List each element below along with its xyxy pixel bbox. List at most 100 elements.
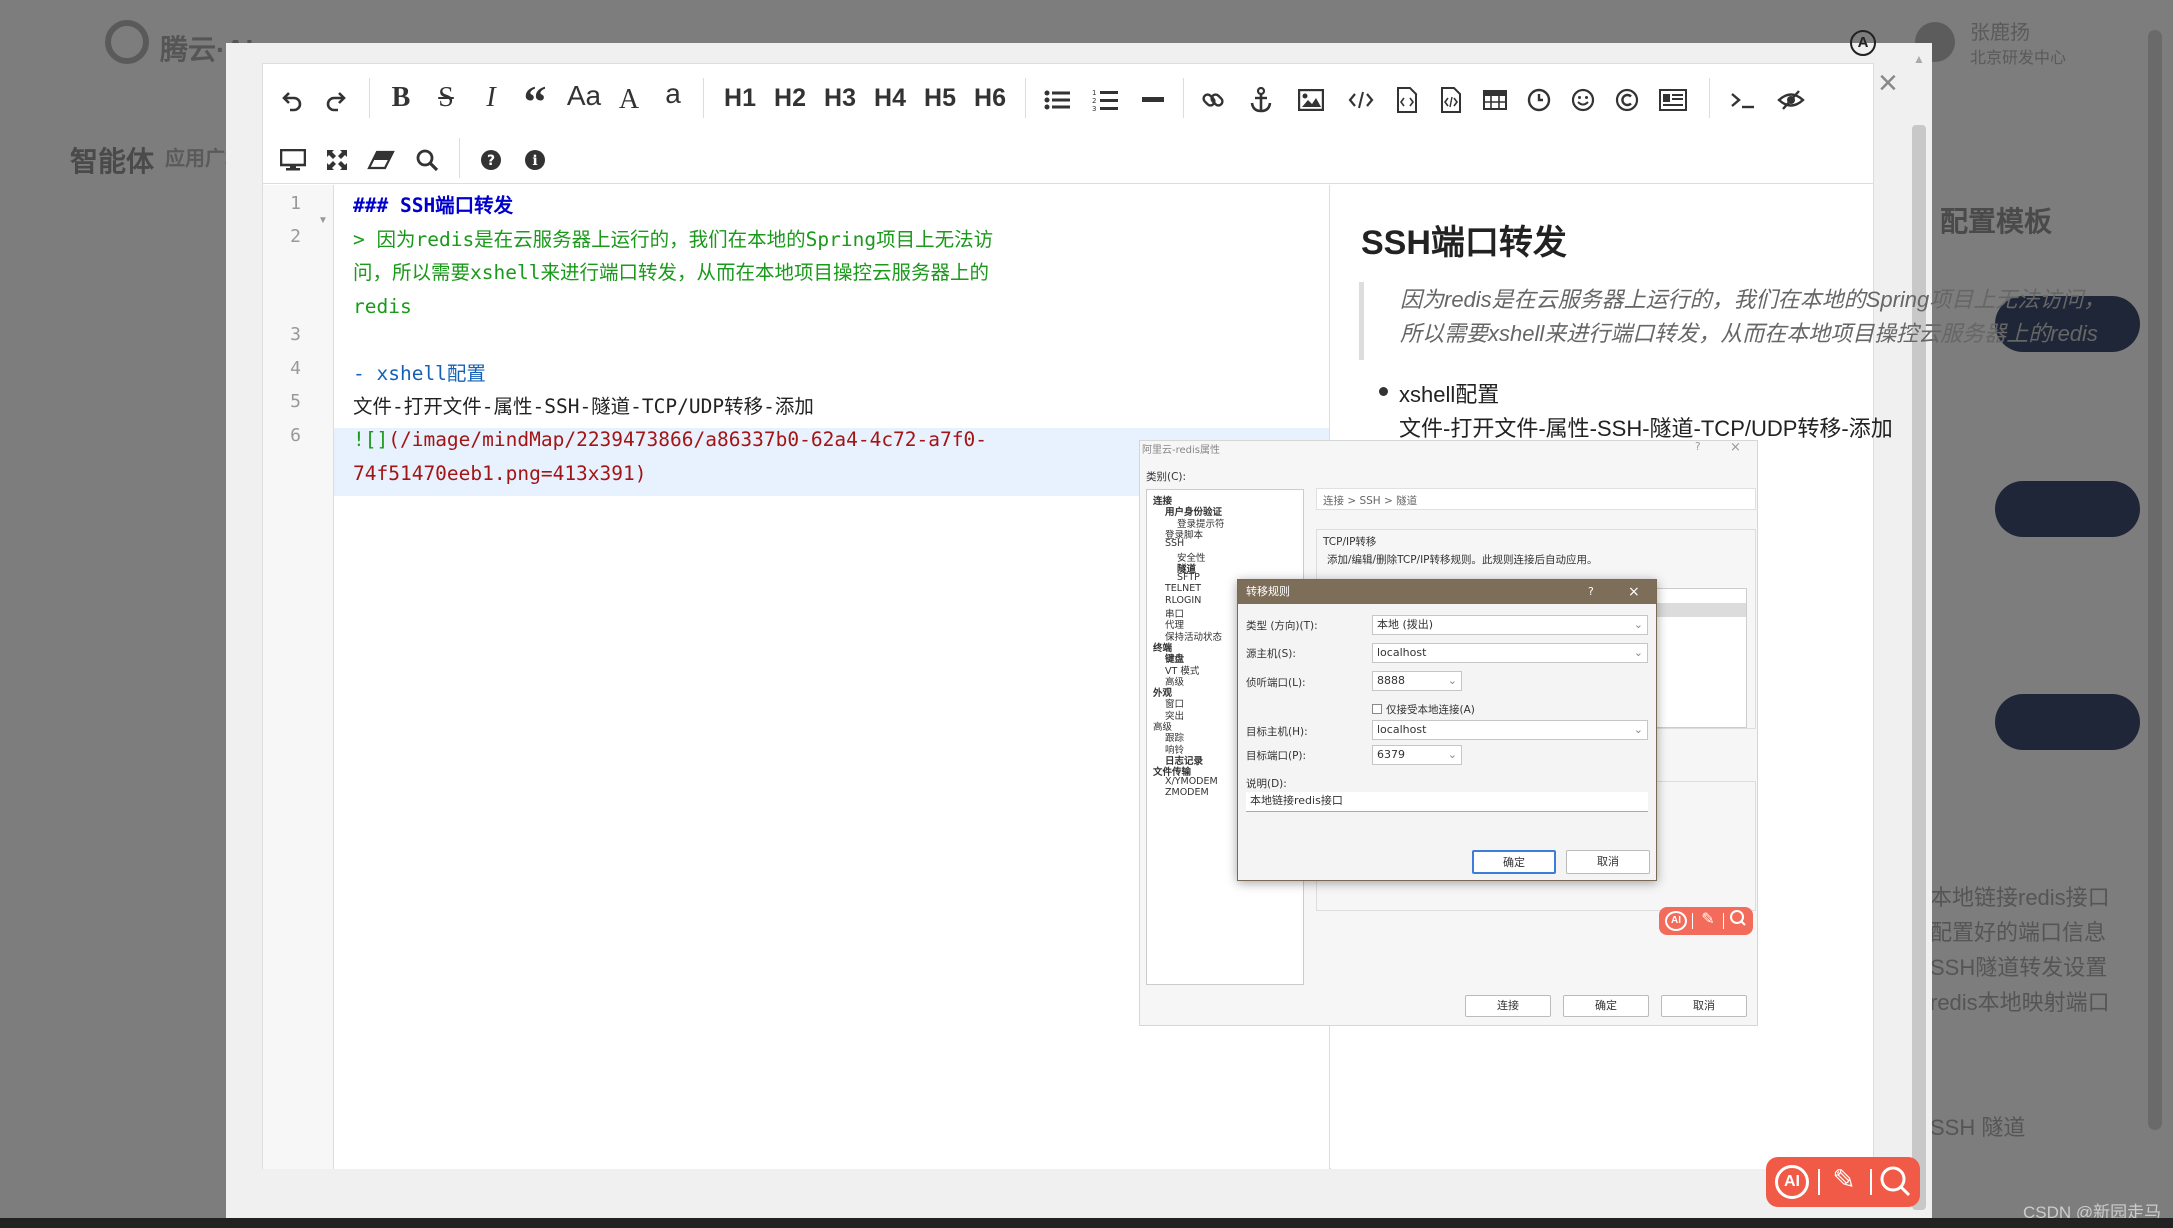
nav-tab-active[interactable]: 智能体	[70, 140, 154, 180]
a-badge-icon[interactable]: A	[1850, 30, 1876, 56]
help-icon[interactable]: ?	[473, 138, 509, 178]
magic-wand-icon[interactable]: ✎	[1826, 1163, 1862, 1196]
breadcrumb: 连接 > SSH > 隧道	[1316, 488, 1756, 510]
toolbar-separator	[459, 138, 460, 178]
type-value: 本地 (拨出)	[1377, 618, 1434, 631]
code-file-icon[interactable]	[1433, 78, 1469, 118]
strikethrough-button[interactable]: S	[428, 78, 464, 118]
ai-toolbar-small[interactable]: AI ✎	[1659, 907, 1753, 935]
side-button-3[interactable]	[1995, 694, 2140, 750]
bold-button[interactable]: B	[383, 78, 419, 118]
search-icon[interactable]	[1878, 1165, 1912, 1199]
italic-button[interactable]: I	[473, 78, 509, 118]
line-number: 1	[290, 193, 301, 214]
side-button-2[interactable]	[1995, 481, 2140, 537]
datetime-icon[interactable]	[1521, 78, 1557, 118]
type-select: 本地 (拨出) ⌄	[1372, 615, 1648, 635]
ai-icon[interactable]: AI	[1665, 911, 1687, 931]
redo-icon[interactable]	[319, 78, 353, 118]
copyright-icon[interactable]	[1609, 78, 1645, 118]
fullscreen-icon[interactable]	[319, 138, 355, 178]
type-label: 类型 (方向)(T):	[1246, 620, 1318, 632]
h1-button[interactable]: H1	[718, 78, 762, 118]
page-scrollbar[interactable]	[2148, 30, 2162, 1130]
uppercase-button[interactable]: A	[611, 80, 647, 120]
line-number: 2	[290, 226, 301, 247]
code-line: - xshell配置	[353, 362, 486, 385]
dialog-cancel-button: 取消	[1566, 850, 1650, 874]
magic-wand-icon[interactable]: ✎	[1696, 909, 1720, 929]
page-break-icon[interactable]	[1653, 78, 1693, 118]
terminal-icon[interactable]	[1723, 78, 1763, 118]
search-icon[interactable]	[1727, 909, 1749, 931]
code-line: ### SSH端口转发	[353, 194, 514, 217]
target-host-field: localhost ⌄	[1372, 720, 1648, 740]
bullet-list-icon[interactable]	[1039, 78, 1075, 118]
search-icon[interactable]	[409, 138, 445, 178]
info-icon[interactable]: i	[517, 138, 553, 178]
toolbar-separator	[1709, 78, 1710, 118]
quote-button[interactable]: “	[517, 79, 553, 125]
ai-icon[interactable]: AI	[1775, 1165, 1809, 1199]
tree-item: RLOGIN	[1165, 594, 1202, 606]
dialog-close-icon: ×	[1628, 584, 1640, 600]
code-icon[interactable]	[1341, 78, 1381, 118]
h2-button[interactable]: H2	[768, 78, 812, 118]
eraser-icon[interactable]	[363, 138, 399, 178]
scroll-up-icon[interactable]: ▲	[1913, 52, 1925, 66]
preview-list-item: xshell配置	[1399, 382, 1500, 407]
image-syntax: ![]	[353, 428, 389, 451]
code-line: redis	[353, 295, 412, 318]
h5-button[interactable]: H5	[918, 78, 962, 118]
side-section-title: 配置模板	[1940, 206, 2053, 237]
code-line: > 因为redis是在云服务器上运行的，我们在本地的Spring项目上无法访	[353, 228, 994, 251]
lowercase-button[interactable]: a	[655, 74, 691, 114]
ordered-list-icon[interactable]: 123	[1087, 78, 1123, 118]
dialog-title-text: 转移规则	[1246, 585, 1290, 598]
link-icon[interactable]	[1195, 78, 1231, 118]
listen-value: 8888	[1377, 674, 1405, 687]
embedded-help-icon: ?	[1695, 441, 1701, 453]
checkbox-label: 仅接受本地连接(A)	[1386, 704, 1475, 716]
target-port-label: 目标端口(P):	[1246, 750, 1307, 762]
svg-text:1: 1	[1092, 89, 1096, 97]
cancel-button: 取消	[1661, 995, 1747, 1017]
case-button[interactable]: Aa	[561, 76, 607, 116]
horizontal-rule-icon[interactable]	[1135, 78, 1171, 118]
h4-button[interactable]: H4	[868, 78, 912, 118]
anchor-icon[interactable]	[1243, 78, 1279, 118]
preview-blockquote: 因为redis是在云服务器上运行的，我们在本地的Spring项目上无法访问， 所…	[1359, 282, 2105, 360]
tree-item: X/YMODEM	[1165, 775, 1218, 787]
svg-text:i: i	[532, 153, 537, 169]
table-icon[interactable]	[1477, 78, 1513, 118]
blockquote-line: 所以需要xshell来进行端口转发，从而在本地项目操控云服务器上的redis	[1400, 321, 2098, 346]
h3-button[interactable]: H3	[818, 78, 862, 118]
code-line: ![](/image/mindMap/2239473866/a86337b0-6…	[353, 423, 987, 456]
line-number: 4	[290, 358, 301, 379]
code-block-icon[interactable]	[1389, 78, 1425, 118]
preview-toggle-icon[interactable]	[1771, 78, 1811, 118]
embedded-close-icon: ×	[1730, 440, 1741, 455]
local-only-checkbox	[1372, 704, 1382, 714]
tree-item: TELNET	[1165, 583, 1202, 595]
tree-item: ZMODEM	[1165, 786, 1209, 798]
tree-item: SFTP	[1177, 572, 1200, 584]
undo-icon[interactable]	[275, 78, 309, 118]
preview-heading: SSH端口转发	[1361, 224, 1567, 262]
app-logo	[105, 20, 149, 64]
rules-list[interactable]	[1647, 588, 1747, 728]
connect-button: 连接	[1465, 995, 1551, 1017]
ai-toolbar[interactable]: AI ✎	[1766, 1157, 1920, 1207]
dialog-help-icon: ?	[1588, 585, 1594, 598]
breadcrumb-text: 连接 > SSH > 隧道	[1323, 495, 1418, 507]
desktop-icon[interactable]	[275, 138, 311, 178]
desc-value: 本地链接redis接口	[1250, 794, 1343, 807]
fold-arrow-icon[interactable]: ▼	[318, 215, 328, 226]
bottom-bar	[0, 1218, 2173, 1228]
target-label: 目标主机(H):	[1246, 726, 1308, 738]
h6-button[interactable]: H6	[968, 78, 1012, 118]
close-icon[interactable]: ×	[1878, 66, 1898, 100]
line-number: 6	[290, 425, 301, 446]
image-icon[interactable]	[1293, 78, 1329, 118]
emoji-icon[interactable]	[1565, 78, 1601, 118]
